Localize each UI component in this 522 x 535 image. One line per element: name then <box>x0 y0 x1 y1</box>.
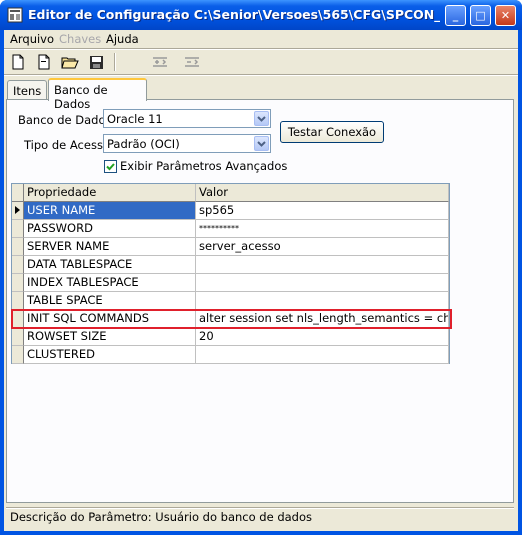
parameter-description: Descrição do Parâmetro: Usuário do banco… <box>10 510 312 524</box>
access-select[interactable]: Padrão (OCI) <box>103 134 271 153</box>
header-valor[interactable]: Valor <box>196 184 449 202</box>
prop-cell[interactable]: ROWSET SIZE <box>24 328 196 346</box>
table-row[interactable]: CLUSTERED <box>12 346 449 364</box>
table-row[interactable]: PASSWORD ********** <box>12 220 449 238</box>
toolbar-separator <box>114 53 116 71</box>
status-bar: Descrição do Parâmetro: Usuário do banco… <box>4 507 518 527</box>
value-cell[interactable] <box>196 292 449 310</box>
advanced-params-label: Exibir Parâmetros Avançados <box>120 159 288 173</box>
db-select[interactable]: Oracle 11 <box>103 109 271 128</box>
tab-panel-banco-de-dados: Banco de Dados: Oracle 11 Tipo de Acesso… <box>6 99 514 503</box>
prop-cell[interactable]: INDEX TABLESPACE <box>24 274 196 292</box>
db-select-dropdown[interactable] <box>254 111 269 126</box>
add-row-button[interactable] <box>150 53 170 71</box>
row-indicator <box>12 220 24 238</box>
db-select-value: Oracle 11 <box>107 112 163 126</box>
test-connection-label: Testar Conexão <box>287 125 377 139</box>
table-row[interactable]: TABLE SPACE <box>12 292 449 310</box>
new-file-icon <box>12 54 24 70</box>
save-button[interactable] <box>86 53 106 71</box>
access-select-value: Padrão (OCI) <box>107 137 180 151</box>
row-indicator <box>12 328 24 346</box>
table-row[interactable]: USER NAME sp565 <box>12 202 449 220</box>
menu-arquivo[interactable]: Arquivo <box>10 32 54 46</box>
chevron-down-icon <box>257 115 266 122</box>
menu-bar: Arquivo Chaves Ajuda <box>4 30 518 48</box>
minimize-button[interactable]: _ <box>445 5 466 26</box>
access-select-dropdown[interactable] <box>254 136 269 151</box>
tab-itens[interactable]: Itens <box>7 80 47 100</box>
value-cell[interactable] <box>196 256 449 274</box>
value-cell[interactable] <box>196 346 449 364</box>
access-label: Tipo de Acesso: <box>24 138 114 152</box>
row-indicator <box>12 346 24 364</box>
app-window: Editor de Configuração C:\Senior\Versoes… <box>0 0 522 535</box>
title-bar[interactable]: Editor de Configuração C:\Senior\Versoes… <box>0 0 522 30</box>
row-indicator <box>12 202 24 220</box>
properties-grid: Propriedade Valor USER NAME sp565 PASSWO… <box>11 183 450 364</box>
prop-cell[interactable]: DATA TABLESPACE <box>24 256 196 274</box>
row-indicator <box>12 238 24 256</box>
table-row[interactable]: ROWSET SIZE 20 <box>12 328 449 346</box>
table-row[interactable]: SERVER NAME server_acesso <box>12 238 449 256</box>
client-area: Arquivo Chaves Ajuda Itens Banco de Dado… <box>4 30 518 531</box>
menu-chaves[interactable]: Chaves <box>59 32 101 46</box>
menu-ajuda[interactable]: Ajuda <box>106 32 139 46</box>
checkmark-icon <box>106 163 115 171</box>
tab-banco-de-dados[interactable]: Banco de Dados <box>48 78 147 111</box>
header-propriedade[interactable]: Propriedade <box>24 184 196 202</box>
highlight-annotation <box>11 309 452 329</box>
prop-cell[interactable]: USER NAME <box>24 202 196 220</box>
advanced-params-checkbox[interactable] <box>104 160 117 173</box>
minimize-icon: _ <box>452 9 459 22</box>
status-separator <box>6 507 514 509</box>
test-connection-button[interactable]: Testar Conexão <box>280 121 384 143</box>
window-title: Editor de Configuração C:\Senior\Versoes… <box>28 7 440 22</box>
value-cell[interactable]: server_acesso <box>196 238 449 256</box>
chevron-down-icon <box>257 140 266 147</box>
prop-cell[interactable]: TABLE SPACE <box>24 292 196 310</box>
tab-strip: Itens Banco de Dados <box>4 78 518 111</box>
close-button[interactable]: ✕ <box>495 5 516 26</box>
toolbar <box>4 50 518 74</box>
open-folder-icon <box>61 57 79 69</box>
value-cell[interactable]: sp565 <box>196 202 449 220</box>
row-indicator <box>12 292 24 310</box>
grid-header-indicator <box>12 184 24 202</box>
copy-file-icon <box>38 54 50 70</box>
db-label: Banco de Dados: <box>18 113 116 127</box>
table-row[interactable]: DATA TABLESPACE <box>12 256 449 274</box>
remove-row-icon <box>185 57 199 67</box>
prop-cell[interactable]: CLUSTERED <box>24 346 196 364</box>
open-button[interactable] <box>60 53 80 71</box>
tab-itens-label: Itens <box>13 84 42 98</box>
prop-cell[interactable]: PASSWORD <box>24 220 196 238</box>
value-cell[interactable]: 20 <box>196 328 449 346</box>
row-indicator <box>12 274 24 292</box>
app-icon <box>7 7 23 23</box>
add-row-icon <box>153 57 167 67</box>
table-row[interactable]: INDEX TABLESPACE <box>12 274 449 292</box>
save-disk-icon <box>89 55 103 69</box>
maximize-button[interactable]: □ <box>470 5 491 26</box>
prop-cell[interactable]: SERVER NAME <box>24 238 196 256</box>
toolbar-bottom-separator <box>4 74 518 76</box>
duplicate-button[interactable] <box>34 53 54 71</box>
new-button[interactable] <box>8 53 28 71</box>
current-row-arrow-icon <box>15 206 20 214</box>
grid-header: Propriedade Valor <box>12 184 449 202</box>
value-cell[interactable]: ********** <box>196 220 449 238</box>
remove-row-button[interactable] <box>182 53 202 71</box>
row-indicator <box>12 256 24 274</box>
close-icon: ✕ <box>500 9 511 22</box>
maximize-icon: □ <box>475 9 486 22</box>
value-cell[interactable] <box>196 274 449 292</box>
